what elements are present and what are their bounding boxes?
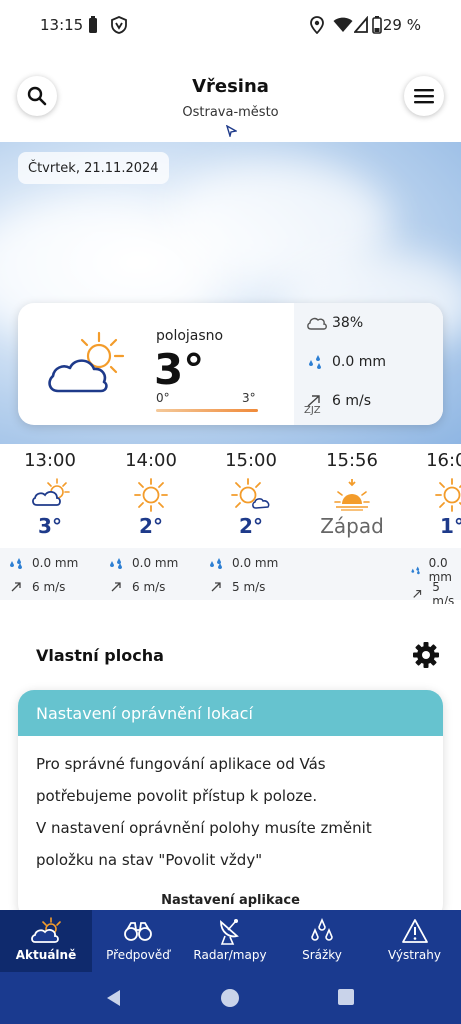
cloud-cover-value: 38% bbox=[332, 315, 364, 331]
sun-icon bbox=[134, 478, 168, 512]
status-bar: 13:15 29 % bbox=[0, 0, 461, 52]
permission-message: Pro správné fungování aplikace od Vás po… bbox=[36, 755, 372, 869]
status-time: 13:15 bbox=[40, 16, 84, 34]
signal-icon bbox=[354, 15, 368, 35]
binoculars-icon bbox=[124, 922, 152, 941]
battery-icon bbox=[372, 15, 382, 35]
condition-text: polojasno bbox=[156, 328, 224, 344]
gear-icon[interactable] bbox=[412, 641, 440, 669]
wind-arrow-icon bbox=[111, 582, 121, 592]
navigation-arrow-icon bbox=[225, 125, 237, 137]
hour-temperature: 2° bbox=[239, 514, 263, 538]
hamburger-menu-icon bbox=[414, 89, 434, 104]
current-details: 38% 0.0 mm 6 m/s ZJZ bbox=[294, 303, 443, 425]
home-icon[interactable] bbox=[220, 988, 240, 1008]
wind-arrow-icon bbox=[211, 582, 221, 592]
date-chip: Čtvrtek, 21.11.2024 bbox=[18, 152, 169, 184]
menu-button[interactable] bbox=[404, 76, 444, 116]
wind-arrow-icon bbox=[11, 582, 21, 592]
hour-wind: 5 m/s bbox=[412, 580, 461, 604]
sun-small-cloud-icon bbox=[231, 478, 270, 509]
permission-card-header: Nastavení oprávnění lokací bbox=[18, 690, 443, 736]
back-icon[interactable] bbox=[104, 988, 124, 1008]
system-navigation-bar bbox=[0, 972, 461, 1024]
wind-arrow-icon bbox=[413, 590, 422, 598]
nav-label: Výstrahy bbox=[388, 948, 441, 962]
satellite-dish-icon bbox=[220, 919, 239, 945]
raindrops-icon bbox=[411, 566, 420, 575]
battery-percentage: 29 % bbox=[382, 16, 421, 34]
location-permission-card: Nastavení oprávnění lokací Pro správné f… bbox=[18, 690, 443, 920]
nav-warnings[interactable]: Výstrahy bbox=[368, 910, 461, 972]
hour-temperature: 1° bbox=[440, 514, 461, 538]
hourly-forecast[interactable]: 13:00 3° 14:00 2° 15:00 2° 15:56 Západ 1… bbox=[0, 444, 461, 604]
hour-temperature: 3° bbox=[38, 514, 62, 538]
hour-time: 13:00 bbox=[24, 450, 76, 471]
wifi-icon bbox=[333, 15, 353, 35]
nav-label: Srážky bbox=[302, 948, 342, 962]
hour-precip: 0.0 mm bbox=[108, 556, 178, 570]
temp-max: 3° bbox=[242, 391, 256, 405]
nav-current[interactable]: Aktuálně bbox=[0, 910, 92, 972]
bottom-navigation: Aktuálně Předpověď Radar/mapy Srážky Výs… bbox=[0, 910, 461, 972]
partly-cloudy-icon bbox=[48, 331, 125, 393]
temp-min: 0° bbox=[156, 391, 170, 405]
hour-precip: 0.0 mm bbox=[8, 556, 78, 570]
wind-direction: ZJZ bbox=[304, 405, 321, 416]
cloud-sun-icon bbox=[31, 917, 61, 943]
current-weather-card[interactable]: polojasno 3° 0° 3° 38% 0.0 mm 6 m/s ZJZ bbox=[18, 303, 443, 425]
wind-speed-value: 6 m/s bbox=[332, 393, 372, 409]
hour-time: 15:56 bbox=[326, 450, 378, 471]
nav-label: Radar/mapy bbox=[193, 948, 267, 962]
recents-icon[interactable] bbox=[337, 988, 355, 1006]
hour-precip: 0.0 mm bbox=[208, 556, 278, 570]
sunset-label: Západ bbox=[320, 514, 384, 538]
hour-wind: 6 m/s bbox=[10, 580, 65, 594]
custom-dashboard-title: Vlastní plocha bbox=[36, 646, 164, 665]
app-settings-link[interactable]: Nastavení aplikace bbox=[18, 893, 443, 908]
hour-time: 15:00 bbox=[225, 450, 277, 471]
precipitation-row: 0.0 mm bbox=[306, 354, 386, 370]
raindrops-icon bbox=[210, 558, 222, 569]
warning-icon bbox=[401, 919, 428, 943]
nav-label: Předpověď bbox=[106, 948, 170, 962]
hour-wind: 5 m/s bbox=[210, 580, 265, 594]
sunset-icon bbox=[334, 479, 370, 511]
nav-forecast[interactable]: Předpověď bbox=[92, 910, 184, 972]
raindrops-icon bbox=[311, 918, 333, 941]
hour-temperature: 2° bbox=[139, 514, 163, 538]
battery-saver-icon bbox=[88, 15, 98, 35]
raindrops-icon bbox=[10, 558, 22, 569]
weather-hero: Čtvrtek, 21.11.2024 polojasno 3° 0° 3° 3… bbox=[0, 142, 461, 444]
location-subtitle: Ostrava-město bbox=[182, 105, 279, 120]
sun-icon bbox=[435, 478, 461, 512]
hour-wind: 6 m/s bbox=[110, 580, 165, 594]
nav-label: Aktuálně bbox=[15, 948, 77, 962]
partly-cloudy-icon bbox=[32, 478, 70, 506]
hour-time: 14:00 bbox=[125, 450, 177, 471]
raindrops-icon bbox=[110, 558, 122, 569]
location-icon bbox=[310, 15, 324, 35]
vpn-shield-icon bbox=[110, 15, 128, 35]
current-temperature: 3° bbox=[154, 345, 205, 394]
location-title[interactable]: Vřesina bbox=[0, 76, 461, 97]
app-header: Vřesina Ostrava-město bbox=[0, 52, 461, 142]
cloud-icon bbox=[307, 317, 327, 330]
precipitation-value: 0.0 mm bbox=[332, 354, 386, 370]
nav-radar[interactable]: Radar/mapy bbox=[184, 910, 276, 972]
nav-precipitation[interactable]: Srážky bbox=[276, 910, 368, 972]
hour-time: 16:00 bbox=[426, 450, 461, 471]
temp-range-bar bbox=[156, 409, 258, 412]
cloud-cover-row: 38% bbox=[306, 315, 363, 331]
raindrops-icon bbox=[309, 355, 321, 369]
